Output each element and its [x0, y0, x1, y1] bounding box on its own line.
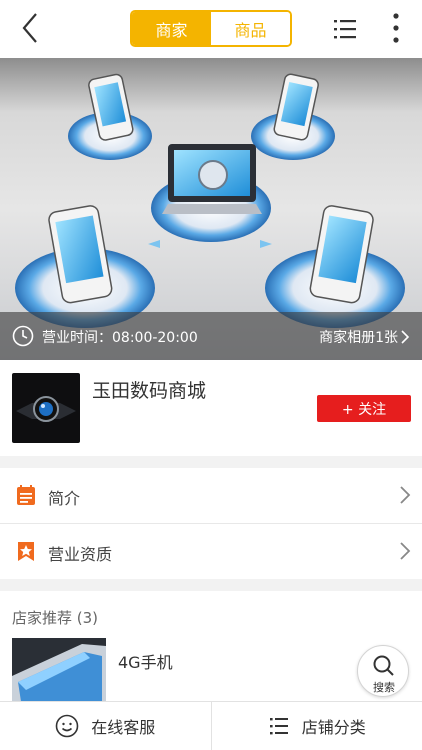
recommend-title: 店家推荐 (3) — [12, 609, 99, 627]
album-link[interactable]: 商家相册1张 — [319, 327, 410, 347]
product-name[interactable]: 4G手机 — [118, 649, 173, 673]
clock-icon — [12, 325, 34, 347]
shop-categories-label: 店铺分类 — [301, 718, 366, 737]
intro-row[interactable]: 简介 — [0, 468, 422, 524]
segment-control: 商家 商品 — [130, 10, 292, 47]
shop-info-list: 简介 营业资质 — [0, 468, 422, 579]
tab-products[interactable]: 商品 — [211, 12, 290, 45]
document-icon — [16, 485, 36, 506]
tab-merchant[interactable]: 商家 — [132, 12, 211, 45]
chevron-right-icon — [400, 486, 411, 504]
list-icon — [269, 718, 288, 735]
business-hours-text: 营业时间：08:00-20:00 — [42, 330, 198, 346]
shop-name: 玉田数码商城 — [92, 380, 207, 402]
business-hours-bar: 营业时间：08:00-20:00 商家相册1张 — [0, 312, 422, 360]
top-bar: 商家 商品 — [0, 0, 422, 58]
follow-button[interactable]: + 关注 — [317, 395, 411, 422]
album-label: 商家相册1张 — [319, 330, 398, 346]
chevron-right-icon — [400, 542, 411, 560]
shop-header: 玉田数码商城 + 关注 — [0, 360, 422, 456]
intro-label: 简介 — [48, 489, 81, 508]
search-icon — [373, 655, 394, 676]
banner[interactable]: 营业时间：08:00-20:00 商家相册1张 — [0, 58, 422, 360]
badge-star-icon — [16, 541, 36, 562]
shop-logo — [12, 373, 80, 443]
qualification-label: 营业资质 — [48, 545, 113, 564]
search-label: 搜索 — [373, 681, 395, 694]
qualification-row[interactable]: 营业资质 — [0, 524, 422, 579]
bottom-bar: 在线客服 店铺分类 — [0, 701, 422, 750]
shop-categories-button[interactable]: 店铺分类 — [210, 702, 422, 750]
smiley-icon — [55, 714, 79, 738]
list-menu-icon[interactable] — [330, 14, 360, 44]
more-vertical-icon[interactable] — [384, 10, 408, 46]
customer-service-label: 在线客服 — [91, 718, 156, 737]
search-button[interactable]: 搜索 — [357, 645, 409, 697]
back-arrow-icon[interactable] — [14, 10, 50, 46]
product-image[interactable] — [12, 638, 106, 708]
chevron-right-icon — [401, 330, 410, 344]
customer-service-button[interactable]: 在线客服 — [0, 702, 211, 750]
